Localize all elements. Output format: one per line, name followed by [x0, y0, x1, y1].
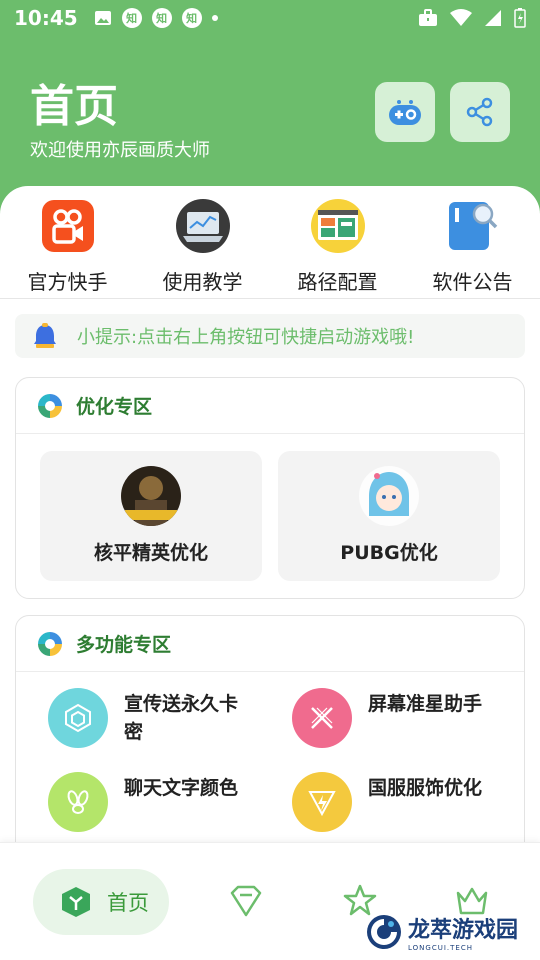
anime-avatar-icon — [359, 466, 419, 526]
more-notifications-dot-icon — [211, 15, 218, 21]
feature-label: 国服服饰优化 — [368, 777, 483, 799]
divider — [0, 298, 540, 299]
optimize-section: 优化专区 核平精英优化 PUBG优化 — [15, 377, 525, 599]
nav-home-label: 首页 — [107, 891, 149, 915]
bell-icon — [34, 323, 56, 348]
quick-item-path-config[interactable]: 路径配置 — [270, 194, 405, 299]
status-time: 10:45 — [14, 6, 78, 30]
feature-label: 聊天文字颜色 — [124, 777, 239, 799]
quick-item-label: 使用教学 — [162, 270, 243, 294]
hexagon-icon — [48, 688, 108, 748]
notice-search-icon — [448, 202, 497, 250]
section-logo-icon — [38, 393, 62, 418]
section-logo-icon — [38, 631, 62, 656]
share-icon — [466, 97, 493, 127]
tip-banner: 小提示:点击右上角按钮可快捷启动游戏哦! — [15, 314, 525, 358]
option-pubg[interactable]: PUBG优化 — [278, 451, 500, 581]
crosshair-icon — [292, 688, 352, 748]
quick-menu: 官方快手 使用教学 路径配置 软件公告 — [0, 194, 540, 299]
quick-item-kuaishou[interactable]: 官方快手 — [0, 194, 135, 299]
launch-game-button[interactable] — [375, 82, 435, 142]
tip-text: 小提示:点击右上角按钮可快捷启动游戏哦! — [77, 327, 415, 348]
quick-item-label: 软件公告 — [432, 270, 513, 294]
watermark-logo-icon — [367, 915, 401, 949]
section-title: 优化专区 — [76, 396, 153, 418]
feature-crosshair-helper[interactable]: 屏幕准星助手 — [292, 688, 522, 758]
laptop-chart-icon — [175, 199, 230, 253]
watermark-title: 龙萃游戏园 — [408, 918, 519, 943]
page-subtitle: 欢迎使用亦辰画质大师 — [30, 140, 210, 161]
gamepad-icon — [389, 100, 421, 125]
feature-label: 宣传送永久卡密 — [124, 693, 239, 743]
game-avatar-icon — [121, 466, 181, 526]
section-header: 多功能专区 — [16, 616, 524, 672]
quick-item-label: 路径配置 — [297, 270, 378, 294]
kuaishou-icon — [41, 200, 94, 252]
zhihu-badge-icon: 知 — [121, 8, 142, 28]
zhihu-badge-icon: 知 — [151, 8, 172, 28]
watermark: 龙萃游戏园 LONGCUI.TECH — [366, 912, 518, 952]
feature-label: 屏幕准星助手 — [368, 693, 483, 715]
signal-icon — [485, 10, 501, 26]
quick-item-label: 官方快手 — [27, 270, 108, 294]
wifi-icon — [450, 9, 472, 26]
page-title: 首页 — [30, 81, 118, 132]
feature-chat-color[interactable]: 聊天文字颜色 — [48, 772, 278, 842]
leaf-icon — [48, 772, 108, 832]
feature-outfit-optimize[interactable]: 国服服饰优化 — [292, 772, 522, 842]
briefcase-icon — [419, 9, 437, 26]
section-title: 多功能专区 — [76, 634, 172, 656]
option-label: PUBG优化 — [340, 542, 438, 564]
quick-item-tutorial[interactable]: 使用教学 — [135, 194, 270, 299]
share-button[interactable] — [450, 82, 510, 142]
section-header: 优化专区 — [16, 378, 524, 434]
status-bar: 10:45 知 知 知 — [0, 0, 540, 36]
nav-home-tab[interactable]: 首页 — [33, 869, 169, 935]
dashboard-icon — [310, 199, 365, 253]
multi-function-section: 多功能专区 宣传送永久卡密 屏幕准星助手 聊天文字颜色 国服服饰优化 — [15, 615, 525, 875]
quick-item-announcement[interactable]: 软件公告 — [405, 194, 540, 299]
option-label: 核平精英优化 — [93, 542, 208, 564]
lightning-icon — [292, 772, 352, 832]
option-peace-elite[interactable]: 核平精英优化 — [40, 451, 262, 581]
cube-icon — [62, 887, 90, 917]
gallery-icon — [94, 11, 111, 25]
watermark-subtitle: LONGCUI.TECH — [408, 944, 473, 952]
nav-diamond-icon[interactable] — [228, 883, 264, 919]
battery-icon — [514, 8, 526, 28]
feature-permanent-key[interactable]: 宣传送永久卡密 — [48, 688, 278, 758]
zhihu-badge-icon: 知 — [181, 8, 202, 28]
